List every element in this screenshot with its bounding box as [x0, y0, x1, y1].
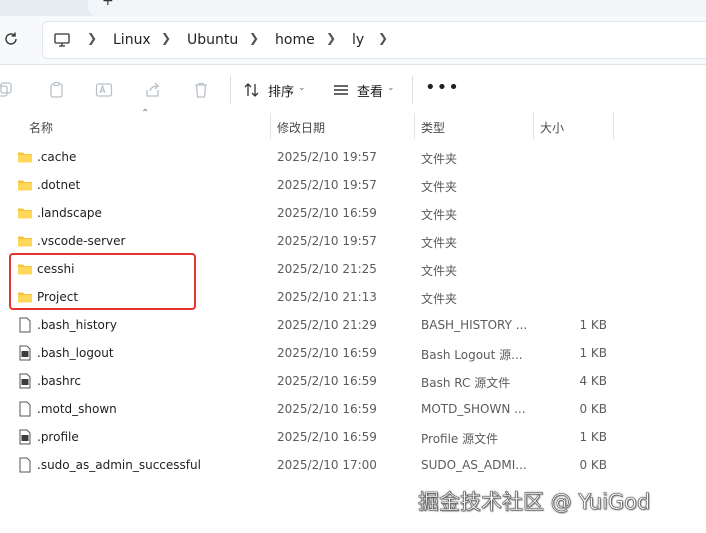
file-name: .motd_shown [37, 402, 117, 416]
file-type: 文件夹 [421, 292, 458, 306]
file-type: MOTD_SHOWN ... [421, 402, 526, 416]
file-row[interactable]: .sudo_as_admin_successful 2025/2/10 17:00… [0, 451, 706, 479]
file-name: .cache [37, 150, 77, 164]
column-header-date[interactable]: 修改日期 [277, 119, 325, 136]
file-row[interactable]: .bash_history 2025/2/10 21:29 BASH_HISTORY… [0, 311, 706, 339]
file-type: Bash Logout 源... [421, 348, 523, 362]
file-type: 文件夹 [421, 208, 458, 222]
column-divider[interactable] [613, 113, 614, 139]
chevron-right-icon[interactable]: ❯ [161, 31, 171, 45]
file-type: 文件夹 [421, 236, 458, 250]
script-file-icon [17, 429, 33, 445]
folder-icon [17, 205, 33, 221]
file-date: 2025/2/10 16:59 [277, 402, 377, 416]
file-type: Profile 源文件 [421, 432, 499, 446]
file-size: 0 KB [579, 402, 607, 416]
column-divider[interactable] [414, 113, 415, 139]
view-icon[interactable] [332, 81, 350, 99]
breadcrumb-home[interactable]: home [275, 32, 315, 48]
file-row[interactable]: .profile 2025/2/10 16:59 Profile 源文件 1 KB [0, 423, 706, 451]
file-date: 2025/2/10 16:59 [277, 346, 377, 360]
sort-ascending-icon: ⌃ [141, 108, 150, 119]
file-name: .profile [37, 430, 79, 444]
chevron-down-icon[interactable]: ⌄ [298, 83, 306, 93]
script-file-icon [17, 373, 33, 389]
rename-icon[interactable] [95, 81, 113, 99]
share-icon[interactable] [144, 81, 162, 99]
file-type: 文件夹 [421, 180, 458, 194]
delete-icon[interactable] [192, 81, 210, 99]
paste-icon[interactable] [48, 81, 66, 99]
file-type: 文件夹 [421, 264, 458, 278]
refresh-icon[interactable] [3, 31, 19, 47]
file-date: 2025/2/10 21:13 [277, 290, 377, 304]
column-header-size[interactable]: 大小 [540, 119, 564, 136]
column-divider[interactable] [270, 113, 271, 139]
file-icon [17, 457, 33, 473]
file-row[interactable]: .dotnet 2025/2/10 19:57 文件夹 [0, 171, 706, 199]
file-name: .bash_logout [37, 346, 114, 360]
file-date: 2025/2/10 21:29 [277, 318, 377, 332]
file-name: .landscape [37, 206, 102, 220]
file-row[interactable]: .cache 2025/2/10 19:57 文件夹 [0, 143, 706, 171]
file-date: 2025/2/10 16:59 [277, 430, 377, 444]
file-size: 1 KB [579, 318, 607, 332]
file-row[interactable]: .landscape 2025/2/10 16:59 文件夹 [0, 199, 706, 227]
breadcrumb-ubuntu[interactable]: Ubuntu [187, 32, 238, 48]
folder-icon [17, 149, 33, 165]
file-date: 2025/2/10 16:59 [277, 374, 377, 388]
breadcrumb-linux[interactable]: Linux [113, 32, 151, 48]
file-type: Bash RC 源文件 [421, 376, 511, 390]
column-divider[interactable] [533, 113, 534, 139]
sort-button[interactable]: 排序 [268, 81, 294, 100]
file-date: 2025/2/10 21:25 [277, 262, 377, 276]
copy-icon[interactable] [0, 81, 18, 99]
chevron-right-icon[interactable]: ❯ [326, 31, 336, 45]
file-icon [17, 317, 33, 333]
view-button[interactable]: 查看 [357, 81, 383, 100]
computer-icon[interactable] [53, 31, 71, 49]
file-type: SUDO_AS_ADMI... [421, 458, 527, 472]
highlight-annotation [9, 253, 196, 310]
file-name: .dotnet [37, 178, 81, 192]
folder-icon [17, 177, 33, 193]
file-name: .bashrc [37, 374, 81, 388]
column-header-name[interactable]: 名称 [29, 119, 53, 136]
script-file-icon [17, 345, 33, 361]
file-name: .bash_history [37, 318, 117, 332]
file-row[interactable]: .motd_shown 2025/2/10 16:59 MOTD_SHOWN ...… [0, 395, 706, 423]
file-date: 2025/2/10 16:59 [277, 206, 377, 220]
toolbar-separator [412, 76, 413, 104]
file-name: .vscode-server [37, 234, 126, 248]
file-date: 2025/2/10 19:57 [277, 234, 377, 248]
file-size: 1 KB [579, 346, 607, 360]
file-name: .sudo_as_admin_successful [37, 458, 201, 472]
chevron-right-icon[interactable]: ❯ [87, 31, 97, 45]
toolbar-separator [230, 76, 231, 104]
chevron-right-icon[interactable]: ❯ [249, 31, 259, 45]
file-size: 0 KB [579, 458, 607, 472]
file-size: 1 KB [579, 430, 607, 444]
more-icon[interactable]: ••• [425, 77, 460, 98]
folder-icon [17, 233, 33, 249]
new-tab-button[interactable]: + [102, 0, 114, 9]
file-icon [17, 401, 33, 417]
file-type: BASH_HISTORY ... [421, 318, 528, 332]
file-row[interactable]: .bash_logout 2025/2/10 16:59 Bash Logout 源… [0, 339, 706, 367]
file-date: 2025/2/10 19:57 [277, 150, 377, 164]
file-row[interactable]: .bashrc 2025/2/10 16:59 Bash RC 源文件 4 KB [0, 367, 706, 395]
column-header-type[interactable]: 类型 [421, 119, 445, 136]
file-date: 2025/2/10 19:57 [277, 178, 377, 192]
watermark: 掘金技术社区 @ YuiGod [418, 490, 651, 515]
file-row[interactable]: .vscode-server 2025/2/10 19:57 文件夹 [0, 227, 706, 255]
file-date: 2025/2/10 17:00 [277, 458, 377, 472]
sort-icon[interactable] [243, 81, 261, 99]
chevron-right-icon[interactable]: ❯ [378, 31, 388, 45]
tab-area [88, 0, 706, 16]
chevron-down-icon[interactable]: ⌄ [387, 83, 395, 93]
column-header-row [0, 113, 706, 139]
file-type: 文件夹 [421, 152, 458, 166]
file-size: 4 KB [579, 374, 607, 388]
breadcrumb-ly[interactable]: ly [352, 32, 364, 48]
